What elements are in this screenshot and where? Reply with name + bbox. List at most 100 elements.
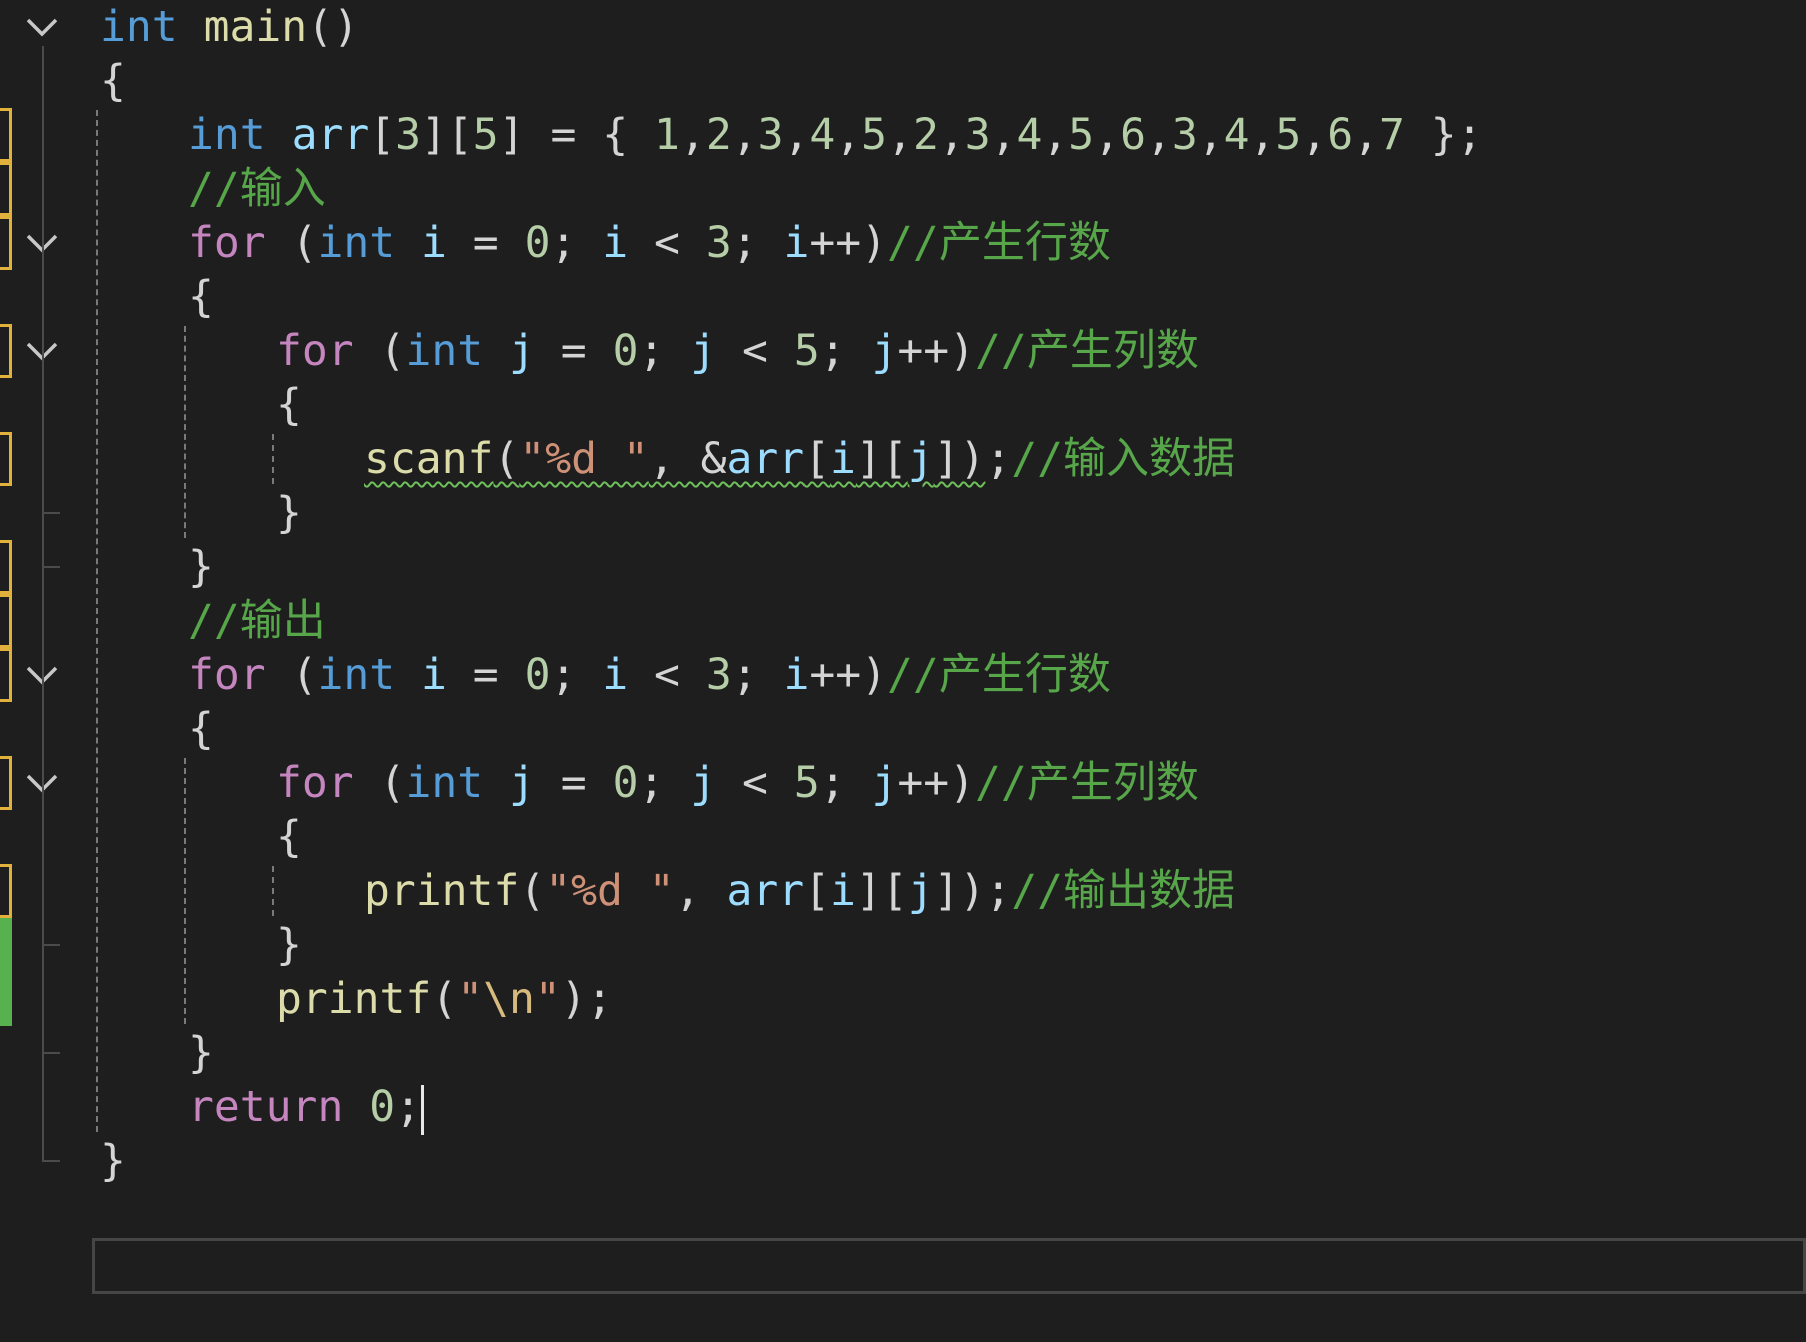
- code-token: for: [188, 218, 266, 268]
- code-line[interactable]: //输入: [188, 159, 326, 219]
- code-token: ++): [897, 326, 976, 376]
- code-token: 7: [1378, 110, 1405, 160]
- code-token: (: [353, 758, 406, 808]
- code-token: 6: [1120, 110, 1146, 160]
- code-token: =: [446, 650, 525, 700]
- code-token: int: [317, 650, 396, 700]
- code-token: 0: [612, 758, 639, 808]
- code-token: =: [534, 326, 613, 376]
- code-line[interactable]: //输出: [188, 591, 326, 651]
- code-token: j: [509, 326, 535, 376]
- code-token: int: [188, 110, 266, 160]
- code-token: ;: [731, 650, 784, 700]
- code-line[interactable]: for (int j = 0; j < 5; j++)//产生列数: [276, 321, 1199, 381]
- code-token: (: [353, 326, 406, 376]
- code-token: \n: [483, 974, 535, 1024]
- code-editor[interactable]: int main(){int arr[3][5] = { 1,2,3,4,5,2…: [0, 0, 1806, 1342]
- code-token: arr: [726, 866, 805, 916]
- code-token: ": [457, 974, 484, 1024]
- code-line[interactable]: printf("\n");: [276, 969, 613, 1029]
- code-token: ++): [809, 218, 888, 268]
- code-token: <: [628, 650, 706, 700]
- code-line[interactable]: }: [100, 1131, 126, 1191]
- indent-guide: [272, 434, 274, 484]
- code-token: ,: [938, 110, 965, 160]
- fold-region-end: [42, 512, 60, 514]
- warning-squiggle[interactable]: scanf("%d ", &arr[i][j]): [364, 434, 985, 484]
- code-token: 3: [705, 218, 732, 268]
- code-token: {: [188, 704, 214, 754]
- unsaved-change-marker: [0, 324, 12, 378]
- code-line[interactable]: }: [276, 483, 302, 543]
- code-token: "%d ": [519, 434, 649, 484]
- code-token: (): [307, 2, 359, 52]
- code-token: (: [265, 650, 318, 700]
- code-token: ,: [1145, 110, 1172, 160]
- code-line[interactable]: }: [188, 537, 214, 597]
- code-line[interactable]: }: [188, 1023, 214, 1083]
- code-token: i: [602, 218, 629, 268]
- code-line[interactable]: int arr[3][5] = { 1,2,3,4,5,2,3,4,5,6,3,…: [188, 105, 1483, 165]
- code-line[interactable]: printf("%d ", arr[i][j]);//输出数据: [364, 861, 1235, 921]
- code-token: 5: [1068, 110, 1095, 160]
- code-line[interactable]: return 0;: [188, 1077, 425, 1137]
- code-line[interactable]: for (int i = 0; i < 3; i++)//产生行数: [188, 645, 1111, 705]
- code-token: ;: [550, 218, 603, 268]
- code-line[interactable]: for (int i = 0; i < 3; i++)//产生行数: [188, 213, 1111, 273]
- code-token: int: [100, 2, 178, 52]
- code-token: i: [421, 218, 447, 268]
- unsaved-change-marker: [0, 864, 12, 918]
- code-line[interactable]: for (int j = 0; j < 5; j++)//产生列数: [276, 753, 1199, 813]
- code-token: ][: [421, 110, 473, 160]
- code-token: [: [804, 434, 831, 484]
- code-token: }: [100, 1136, 126, 1186]
- code-token: i: [602, 650, 629, 700]
- unsaved-change-marker: [0, 540, 12, 594]
- code-token: j: [690, 758, 717, 808]
- code-line[interactable]: scanf("%d ", &arr[i][j]);//输入数据: [364, 429, 1235, 489]
- code-token: 5: [861, 110, 888, 160]
- code-token: };: [1404, 110, 1483, 160]
- code-token: }: [188, 542, 214, 592]
- fold-region-line: [42, 802, 44, 944]
- code-token: main: [203, 2, 308, 52]
- code-token: ]);: [933, 866, 1012, 916]
- code-line[interactable]: {: [100, 51, 126, 111]
- code-token: i: [421, 650, 447, 700]
- unsaved-change-marker: [0, 108, 12, 162]
- code-token: ;: [985, 434, 1012, 484]
- code-line[interactable]: {: [276, 807, 302, 867]
- fold-region-end: [42, 1160, 60, 1162]
- code-token: =: [446, 218, 525, 268]
- current-line-highlight: [92, 1238, 1806, 1294]
- code-token: ,: [674, 866, 727, 916]
- code-token: 5: [793, 758, 820, 808]
- code-line[interactable]: int main(): [100, 0, 359, 57]
- code-line[interactable]: {: [276, 375, 302, 435]
- unsaved-change-marker: [0, 216, 12, 270]
- code-token: ,: [990, 110, 1017, 160]
- code-token: ,: [1353, 110, 1379, 160]
- code-token: int: [405, 758, 484, 808]
- code-token: ,: [783, 110, 810, 160]
- fold-region-end: [42, 566, 60, 568]
- code-line[interactable]: }: [276, 915, 302, 975]
- code-token: <: [716, 326, 794, 376]
- code-token: ][: [855, 434, 908, 484]
- code-token: , &: [648, 434, 727, 484]
- code-token: (: [265, 218, 318, 268]
- code-line[interactable]: {: [188, 699, 214, 759]
- code-token: //输出数据: [1011, 866, 1236, 916]
- code-token: <: [716, 758, 794, 808]
- code-token: 3: [964, 110, 991, 160]
- code-token: ,: [835, 110, 862, 160]
- code-token: (: [431, 974, 458, 1024]
- code-token: return: [188, 1082, 344, 1132]
- chevron-down-icon[interactable]: [22, 7, 62, 47]
- code-line[interactable]: {: [188, 267, 214, 327]
